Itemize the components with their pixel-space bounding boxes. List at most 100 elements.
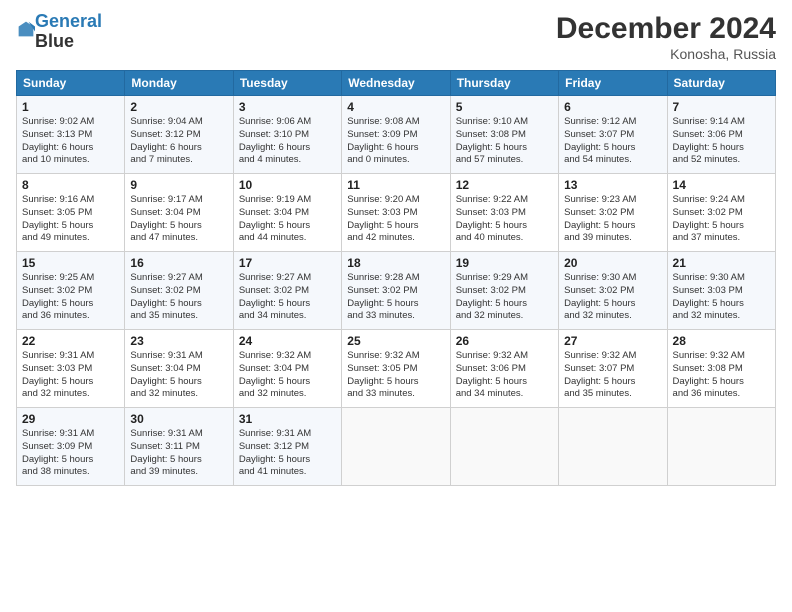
day-info: Sunrise: 9:23 AM Sunset: 3:02 PM Dayligh… — [564, 194, 661, 245]
calendar-body: 1 Sunrise: 9:02 AM Sunset: 3:13 PM Daylig… — [17, 96, 776, 486]
header: GeneralBlue December 2024 Konosha, Russi… — [16, 12, 776, 62]
calendar-cell: 11 Sunrise: 9:20 AM Sunset: 3:03 PM Dayli… — [342, 174, 450, 252]
day-number: 27 — [564, 334, 661, 348]
day-info: Sunrise: 9:31 AM Sunset: 3:09 PM Dayligh… — [22, 428, 119, 479]
calendar-cell: 13 Sunrise: 9:23 AM Sunset: 3:02 PM Dayli… — [559, 174, 667, 252]
day-number: 29 — [22, 412, 119, 426]
calendar-cell: 12 Sunrise: 9:22 AM Sunset: 3:03 PM Dayli… — [450, 174, 558, 252]
calendar-cell: 10 Sunrise: 9:19 AM Sunset: 3:04 PM Dayli… — [233, 174, 341, 252]
day-number: 5 — [456, 100, 553, 114]
day-info: Sunrise: 9:31 AM Sunset: 3:12 PM Dayligh… — [239, 428, 336, 479]
day-info: Sunrise: 9:27 AM Sunset: 3:02 PM Dayligh… — [130, 272, 227, 323]
day-info: Sunrise: 9:02 AM Sunset: 3:13 PM Dayligh… — [22, 116, 119, 167]
location: Konosha, Russia — [556, 46, 776, 62]
week-row-3: 15 Sunrise: 9:25 AM Sunset: 3:02 PM Dayli… — [17, 252, 776, 330]
day-info: Sunrise: 9:16 AM Sunset: 3:05 PM Dayligh… — [22, 194, 119, 245]
calendar-cell: 7 Sunrise: 9:14 AM Sunset: 3:06 PM Daylig… — [667, 96, 775, 174]
day-info: Sunrise: 9:32 AM Sunset: 3:04 PM Dayligh… — [239, 350, 336, 401]
day-info: Sunrise: 9:04 AM Sunset: 3:12 PM Dayligh… — [130, 116, 227, 167]
day-info: Sunrise: 9:30 AM Sunset: 3:03 PM Dayligh… — [673, 272, 770, 323]
calendar-cell: 17 Sunrise: 9:27 AM Sunset: 3:02 PM Dayli… — [233, 252, 341, 330]
day-info: Sunrise: 9:19 AM Sunset: 3:04 PM Dayligh… — [239, 194, 336, 245]
calendar-cell: 22Sunrise: 9:31 AM Sunset: 3:03 PM Dayli… — [17, 330, 125, 408]
calendar-cell: 24 Sunrise: 9:32 AM Sunset: 3:04 PM Dayli… — [233, 330, 341, 408]
day-number: 15 — [22, 256, 119, 270]
day-number: 4 — [347, 100, 444, 114]
calendar-cell: 8 Sunrise: 9:16 AM Sunset: 3:05 PM Daylig… — [17, 174, 125, 252]
calendar-cell: 1 Sunrise: 9:02 AM Sunset: 3:13 PM Daylig… — [17, 96, 125, 174]
day-number: 22 — [22, 334, 119, 348]
calendar-cell: 14Sunrise: 9:24 AM Sunset: 3:02 PM Dayli… — [667, 174, 775, 252]
calendar-cell — [342, 408, 450, 486]
day-number: 10 — [239, 178, 336, 192]
calendar-cell: 2 Sunrise: 9:04 AM Sunset: 3:12 PM Daylig… — [125, 96, 233, 174]
day-info: Sunrise: 9:14 AM Sunset: 3:06 PM Dayligh… — [673, 116, 770, 167]
day-number: 11 — [347, 178, 444, 192]
day-info: Sunrise: 9:31 AM Sunset: 3:04 PM Dayligh… — [130, 350, 227, 401]
day-info: Sunrise: 9:17 AM Sunset: 3:04 PM Dayligh… — [130, 194, 227, 245]
day-info: Sunrise: 9:25 AM Sunset: 3:02 PM Dayligh… — [22, 272, 119, 323]
title-block: December 2024 Konosha, Russia — [556, 12, 776, 62]
day-number: 19 — [456, 256, 553, 270]
weekday-header-monday: Monday — [125, 71, 233, 96]
calendar-cell: 15 Sunrise: 9:25 AM Sunset: 3:02 PM Dayli… — [17, 252, 125, 330]
weekday-header-saturday: Saturday — [667, 71, 775, 96]
week-row-2: 8 Sunrise: 9:16 AM Sunset: 3:05 PM Daylig… — [17, 174, 776, 252]
day-number: 28 — [673, 334, 770, 348]
calendar-page: GeneralBlue December 2024 Konosha, Russi… — [0, 0, 792, 612]
calendar-cell: 19 Sunrise: 9:29 AM Sunset: 3:02 PM Dayli… — [450, 252, 558, 330]
weekday-header-sunday: Sunday — [17, 71, 125, 96]
day-number: 13 — [564, 178, 661, 192]
week-row-1: 1 Sunrise: 9:02 AM Sunset: 3:13 PM Daylig… — [17, 96, 776, 174]
logo: GeneralBlue — [16, 12, 102, 52]
week-row-5: 29 Sunrise: 9:31 AM Sunset: 3:09 PM Dayli… — [17, 408, 776, 486]
calendar-cell: 26Sunrise: 9:32 AM Sunset: 3:06 PM Dayli… — [450, 330, 558, 408]
day-number: 8 — [22, 178, 119, 192]
day-info: Sunrise: 9:29 AM Sunset: 3:02 PM Dayligh… — [456, 272, 553, 323]
day-number: 1 — [22, 100, 119, 114]
day-number: 25 — [347, 334, 444, 348]
calendar-cell: 31 Sunrise: 9:31 AM Sunset: 3:12 PM Dayli… — [233, 408, 341, 486]
calendar-cell: 21 Sunrise: 9:30 AM Sunset: 3:03 PM Dayli… — [667, 252, 775, 330]
calendar-cell: 18Sunrise: 9:28 AM Sunset: 3:02 PM Dayli… — [342, 252, 450, 330]
day-info: Sunrise: 9:22 AM Sunset: 3:03 PM Dayligh… — [456, 194, 553, 245]
day-number: 21 — [673, 256, 770, 270]
day-number: 9 — [130, 178, 227, 192]
day-number: 16 — [130, 256, 227, 270]
weekday-header-friday: Friday — [559, 71, 667, 96]
day-number: 24 — [239, 334, 336, 348]
day-info: Sunrise: 9:20 AM Sunset: 3:03 PM Dayligh… — [347, 194, 444, 245]
calendar-cell — [667, 408, 775, 486]
week-row-4: 22Sunrise: 9:31 AM Sunset: 3:03 PM Dayli… — [17, 330, 776, 408]
day-info: Sunrise: 9:08 AM Sunset: 3:09 PM Dayligh… — [347, 116, 444, 167]
calendar-cell: 9 Sunrise: 9:17 AM Sunset: 3:04 PM Daylig… — [125, 174, 233, 252]
logo-text: GeneralBlue — [35, 12, 102, 52]
day-number: 12 — [456, 178, 553, 192]
calendar-table: SundayMondayTuesdayWednesdayThursdayFrid… — [16, 70, 776, 486]
day-number: 6 — [564, 100, 661, 114]
day-info: Sunrise: 9:24 AM Sunset: 3:02 PM Dayligh… — [673, 194, 770, 245]
day-info: Sunrise: 9:06 AM Sunset: 3:10 PM Dayligh… — [239, 116, 336, 167]
calendar-cell: 23Sunrise: 9:31 AM Sunset: 3:04 PM Dayli… — [125, 330, 233, 408]
day-number: 3 — [239, 100, 336, 114]
day-info: Sunrise: 9:32 AM Sunset: 3:07 PM Dayligh… — [564, 350, 661, 401]
calendar-cell: 25 Sunrise: 9:32 AM Sunset: 3:05 PM Dayli… — [342, 330, 450, 408]
day-info: Sunrise: 9:10 AM Sunset: 3:08 PM Dayligh… — [456, 116, 553, 167]
day-number: 17 — [239, 256, 336, 270]
day-info: Sunrise: 9:27 AM Sunset: 3:02 PM Dayligh… — [239, 272, 336, 323]
day-info: Sunrise: 9:32 AM Sunset: 3:05 PM Dayligh… — [347, 350, 444, 401]
weekday-header-tuesday: Tuesday — [233, 71, 341, 96]
calendar-cell: 27 Sunrise: 9:32 AM Sunset: 3:07 PM Dayli… — [559, 330, 667, 408]
weekday-header-wednesday: Wednesday — [342, 71, 450, 96]
calendar-cell: 30Sunrise: 9:31 AM Sunset: 3:11 PM Dayli… — [125, 408, 233, 486]
day-number: 31 — [239, 412, 336, 426]
day-number: 7 — [673, 100, 770, 114]
calendar-cell: 29 Sunrise: 9:31 AM Sunset: 3:09 PM Dayli… — [17, 408, 125, 486]
calendar-cell: 20Sunrise: 9:30 AM Sunset: 3:02 PM Dayli… — [559, 252, 667, 330]
logo-icon — [17, 20, 35, 38]
calendar-cell: 3 Sunrise: 9:06 AM Sunset: 3:10 PM Daylig… — [233, 96, 341, 174]
calendar-cell: 28Sunrise: 9:32 AM Sunset: 3:08 PM Dayli… — [667, 330, 775, 408]
day-number: 2 — [130, 100, 227, 114]
calendar-cell: 6Sunrise: 9:12 AM Sunset: 3:07 PM Daylig… — [559, 96, 667, 174]
day-info: Sunrise: 9:32 AM Sunset: 3:06 PM Dayligh… — [456, 350, 553, 401]
